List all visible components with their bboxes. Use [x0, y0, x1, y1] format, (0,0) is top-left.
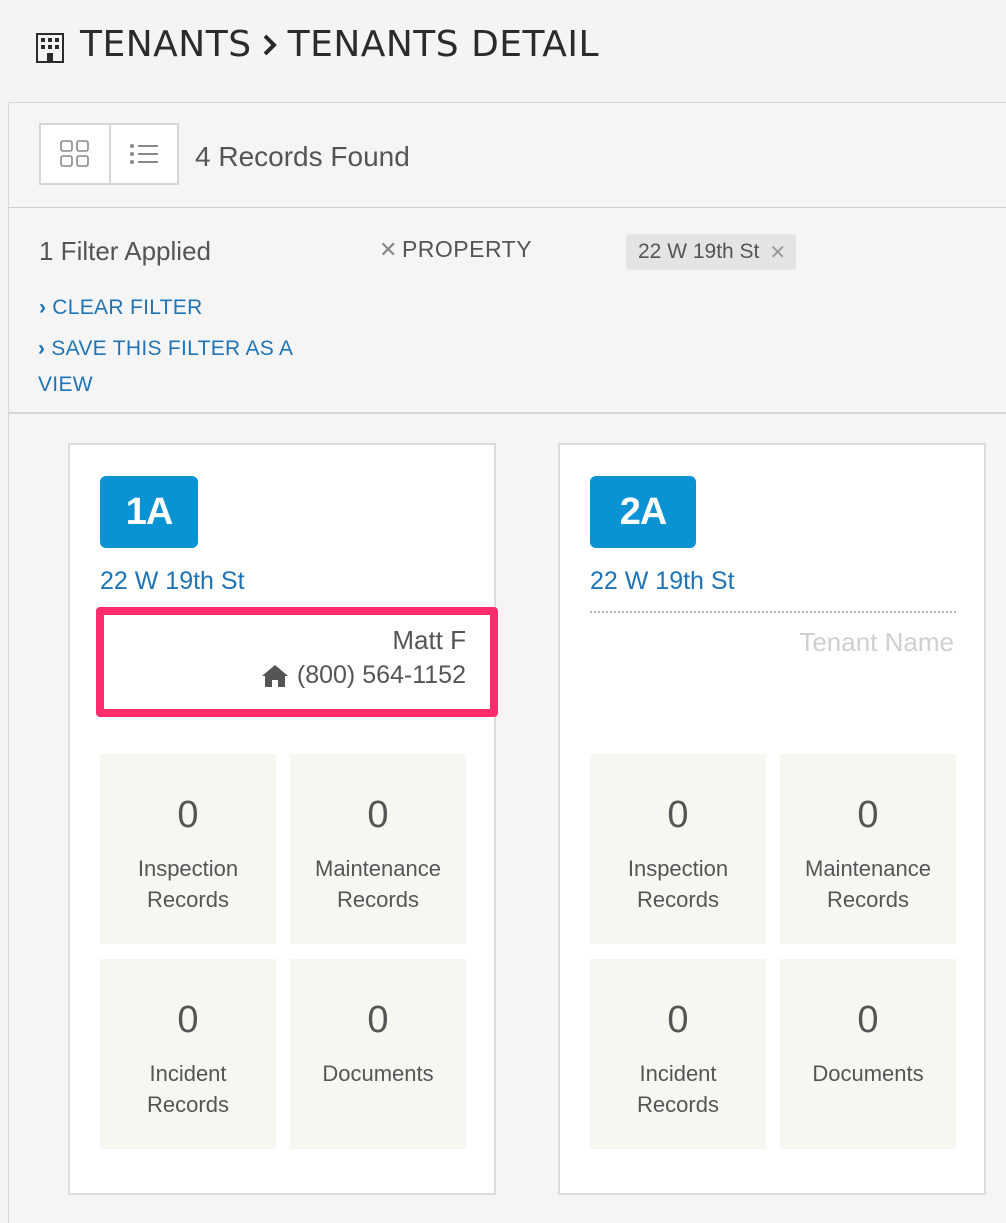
filter-applied-label: 1 Filter Applied — [39, 236, 211, 266]
inspection-records-tile[interactable]: 0 Inspection Records — [590, 754, 766, 944]
chevron-right-icon — [262, 34, 278, 56]
page-header: TENANTS TENANTS DETAIL — [0, 0, 1006, 102]
inspection-records-tile[interactable]: 0 Inspection Records — [100, 754, 276, 944]
property-filter-label: PROPERTY — [401, 236, 533, 262]
property-address-link[interactable]: 22 W 19th St — [100, 567, 245, 596]
maintenance-records-tile[interactable]: 0 Maintenance Records — [290, 754, 466, 944]
stat-value: 0 — [367, 794, 389, 836]
stat-label: Documents — [322, 1061, 434, 1086]
home-icon — [261, 664, 288, 687]
chevron-right-icon: › — [39, 296, 47, 319]
incident-records-tile[interactable]: 0 Incident Records — [100, 959, 276, 1149]
stat-value: 0 — [177, 999, 199, 1041]
clear-filter-label: CLEAR FILTER — [52, 296, 203, 319]
stat-label: Maintenance Records — [315, 856, 441, 912]
grid-view-button[interactable] — [41, 125, 109, 183]
maintenance-records-tile[interactable]: 0 Maintenance Records — [780, 754, 956, 944]
stat-value: 0 — [667, 794, 689, 836]
filter-chip-value: 22 W 19th St — [638, 240, 760, 263]
documents-tile[interactable]: 0 Documents — [290, 959, 466, 1149]
unit-badge: 2A — [590, 476, 696, 548]
chevron-right-icon: › — [38, 337, 46, 360]
stat-label: Inspection Records — [137, 856, 239, 912]
breadcrumb-tenants-detail: TENANTS DETAIL — [287, 24, 600, 65]
remove-filter-icon[interactable]: ✕ — [379, 237, 398, 263]
save-filter-view-link[interactable]: › SAVE THIS FILTER AS A VIEW — [38, 331, 293, 403]
stat-label: Documents — [812, 1061, 924, 1086]
filter-chip: 22 W 19th St ✕ — [626, 234, 797, 270]
list-icon — [129, 144, 158, 164]
stat-label: Inspection Records — [627, 856, 729, 912]
incident-records-tile[interactable]: 0 Incident Records — [590, 959, 766, 1149]
unit-card[interactable]: 2A 22 W 19th St Tenant Name 0 Inspection… — [558, 443, 986, 1195]
stat-value: 0 — [367, 999, 389, 1041]
clear-filter-link[interactable]: › CLEAR FILTER — [39, 290, 203, 326]
tenant-phone: (800) 564-1152 — [261, 661, 466, 690]
stat-value: 0 — [857, 794, 879, 836]
breadcrumb-tenants[interactable]: TENANTS — [80, 24, 252, 65]
stat-label: Incident Records — [147, 1061, 229, 1117]
stat-value: 0 — [667, 999, 689, 1041]
save-filter-label-line1: SAVE THIS FILTER AS A — [51, 337, 294, 360]
view-toggle — [39, 123, 179, 185]
documents-tile[interactable]: 0 Documents — [780, 959, 956, 1149]
property-address-link[interactable]: 22 W 19th St — [590, 567, 735, 596]
chip-close-icon[interactable]: ✕ — [769, 240, 786, 265]
toolbar: 4 Records Found — [9, 103, 1006, 208]
divider — [590, 611, 956, 613]
property-filter: ✕ PROPERTY — [379, 236, 532, 263]
unit-badge: 1A — [100, 476, 198, 548]
stat-value: 0 — [177, 794, 199, 836]
tenant-info-highlight[interactable]: Matt F (800) 564-1152 — [96, 607, 498, 717]
list-view-button[interactable] — [108, 125, 177, 183]
tenant-name: Matt F — [392, 625, 466, 655]
stat-label: Incident Records — [637, 1061, 719, 1117]
stat-value: 0 — [857, 999, 879, 1041]
building-icon — [36, 33, 64, 63]
unit-card[interactable]: 1A 22 W 19th St Matt F (800) 564-1152 0 … — [68, 443, 498, 1195]
records-found-count: 4 Records Found — [195, 141, 410, 172]
breadcrumb: TENANTS TENANTS DETAIL — [80, 24, 599, 65]
stat-label: Maintenance Records — [805, 856, 931, 912]
save-filter-label-line2: VIEW — [38, 373, 93, 396]
tenant-name-placeholder[interactable]: Tenant Name — [799, 627, 954, 658]
grid-icon — [60, 140, 89, 167]
tenant-phone-number: (800) 564-1152 — [296, 661, 466, 689]
